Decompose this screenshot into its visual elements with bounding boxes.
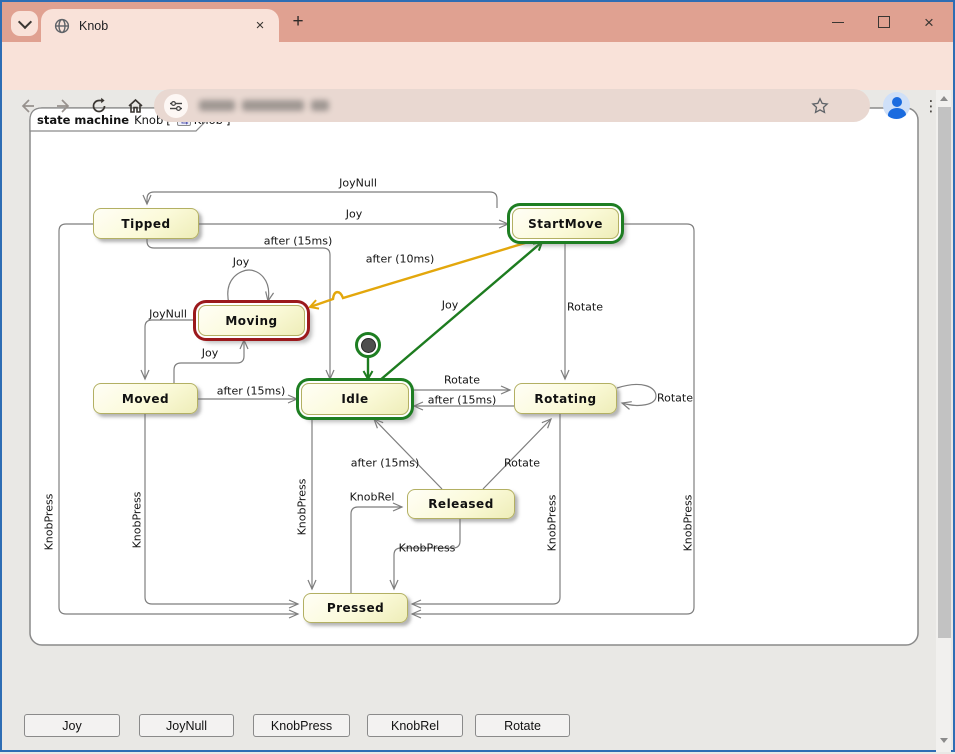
state-startmove-label: StartMove	[528, 217, 603, 231]
label-rotate-released: Rotate	[504, 457, 540, 470]
state-idle-label: Idle	[341, 392, 368, 406]
url-redacted-blur	[199, 100, 329, 111]
address-bar[interactable]	[154, 89, 870, 122]
label-rotate-startmove: Rotate	[567, 301, 603, 314]
url-blur-segment	[311, 100, 329, 111]
tune-icon	[169, 99, 183, 113]
state-rotating: Rotating	[514, 383, 617, 414]
tab-search-button[interactable]	[11, 11, 38, 36]
label-joy-top: Joy	[346, 208, 362, 221]
close-icon: ×	[924, 14, 934, 31]
label-after15-rotating: after (15ms)	[428, 394, 497, 407]
label-rotate-selfloop: Rotate	[657, 392, 693, 405]
home-button[interactable]	[121, 92, 149, 120]
browser-toolbar: ⋮	[2, 42, 953, 90]
avatar-body	[888, 108, 906, 119]
forward-button[interactable]	[50, 92, 78, 120]
label-knobpress-tipped: KnobPress	[43, 494, 56, 551]
state-tipped: Tipped	[93, 208, 199, 239]
window-close-button[interactable]: ×	[912, 2, 946, 42]
event-button-knobpress[interactable]: KnobPress	[253, 714, 350, 737]
new-tab-button[interactable]: +	[286, 10, 310, 34]
state-moved-label: Moved	[122, 392, 169, 406]
label-after15-tipped: after (15ms)	[264, 235, 333, 248]
state-moved: Moved	[93, 383, 198, 414]
state-idle: Idle	[301, 383, 409, 415]
label-rotate-idle: Rotate	[444, 374, 480, 387]
state-startmove: StartMove	[512, 208, 619, 239]
globe-favicon	[54, 18, 70, 34]
label-joynull-moving: JoyNull	[149, 308, 187, 321]
event-button-joynull[interactable]: JoyNull	[139, 714, 234, 737]
label-knobpress-startmove: KnobPress	[682, 495, 695, 552]
back-button[interactable]	[13, 92, 41, 120]
label-after15-moved: after (15ms)	[217, 385, 286, 398]
window-maximize-button[interactable]	[867, 2, 901, 42]
vertical-scrollbar-thumb[interactable]	[938, 107, 951, 638]
label-joy-green: Joy	[442, 299, 458, 312]
reload-button[interactable]	[85, 92, 113, 120]
browser-window: state machine Knob [ Knob ] Tipped Start…	[0, 0, 955, 752]
chevron-down-icon	[17, 14, 31, 28]
reload-icon	[90, 97, 108, 115]
browser-menu-button[interactable]: ⋮	[921, 93, 941, 119]
label-knobpress-released: KnobPress	[399, 542, 456, 555]
maximize-icon	[878, 16, 890, 28]
scrollbar-down-button[interactable]	[936, 732, 951, 748]
label-knobpress-rotating: KnobPress	[546, 495, 559, 552]
label-joynull-top: JoyNull	[339, 177, 377, 190]
tab-title: Knob	[79, 19, 108, 33]
back-arrow-icon	[18, 97, 36, 115]
scroll-down-icon	[940, 738, 948, 743]
window-minimize-button[interactable]	[821, 2, 855, 42]
state-pressed: Pressed	[303, 593, 408, 623]
label-joy-moving-loop: Joy	[233, 256, 249, 269]
label-knobpress-moved: KnobPress	[131, 492, 144, 549]
event-button-joy[interactable]: Joy	[24, 714, 120, 737]
tab-knob[interactable]: Knob ×	[41, 9, 279, 42]
label-knobrel: KnobRel	[350, 491, 395, 504]
home-icon	[126, 97, 145, 115]
url-blur-segment	[242, 100, 304, 111]
state-tipped-label: Tipped	[121, 217, 170, 231]
initial-dot	[361, 338, 376, 353]
event-button-knobrel[interactable]: KnobRel	[367, 714, 463, 737]
label-joy-moved: Joy	[202, 347, 218, 360]
profile-avatar[interactable]	[883, 92, 910, 119]
tab-strip: Knob × + ×	[2, 2, 953, 42]
url-blur-segment	[199, 100, 235, 111]
bookmark-star-button[interactable]	[807, 93, 833, 119]
state-released: Released	[407, 489, 515, 519]
label-after15-released: after (15ms)	[351, 457, 420, 470]
state-rotating-label: Rotating	[534, 392, 596, 406]
minimize-icon	[832, 22, 844, 23]
star-icon	[811, 97, 829, 115]
forward-arrow-icon	[55, 97, 73, 115]
label-after10-orange: after (10ms)	[366, 253, 435, 266]
state-pressed-label: Pressed	[327, 601, 384, 615]
state-moving: Moving	[198, 305, 305, 336]
tab-close-button[interactable]: ×	[251, 16, 269, 34]
initial-pseudostate	[355, 332, 381, 358]
avatar-head	[892, 97, 902, 107]
state-released-label: Released	[428, 497, 494, 511]
site-settings-button[interactable]	[164, 94, 188, 118]
label-knobpress-idle: KnobPress	[296, 479, 309, 536]
state-moving-label: Moving	[225, 314, 277, 328]
event-button-rotate[interactable]: Rotate	[475, 714, 570, 737]
